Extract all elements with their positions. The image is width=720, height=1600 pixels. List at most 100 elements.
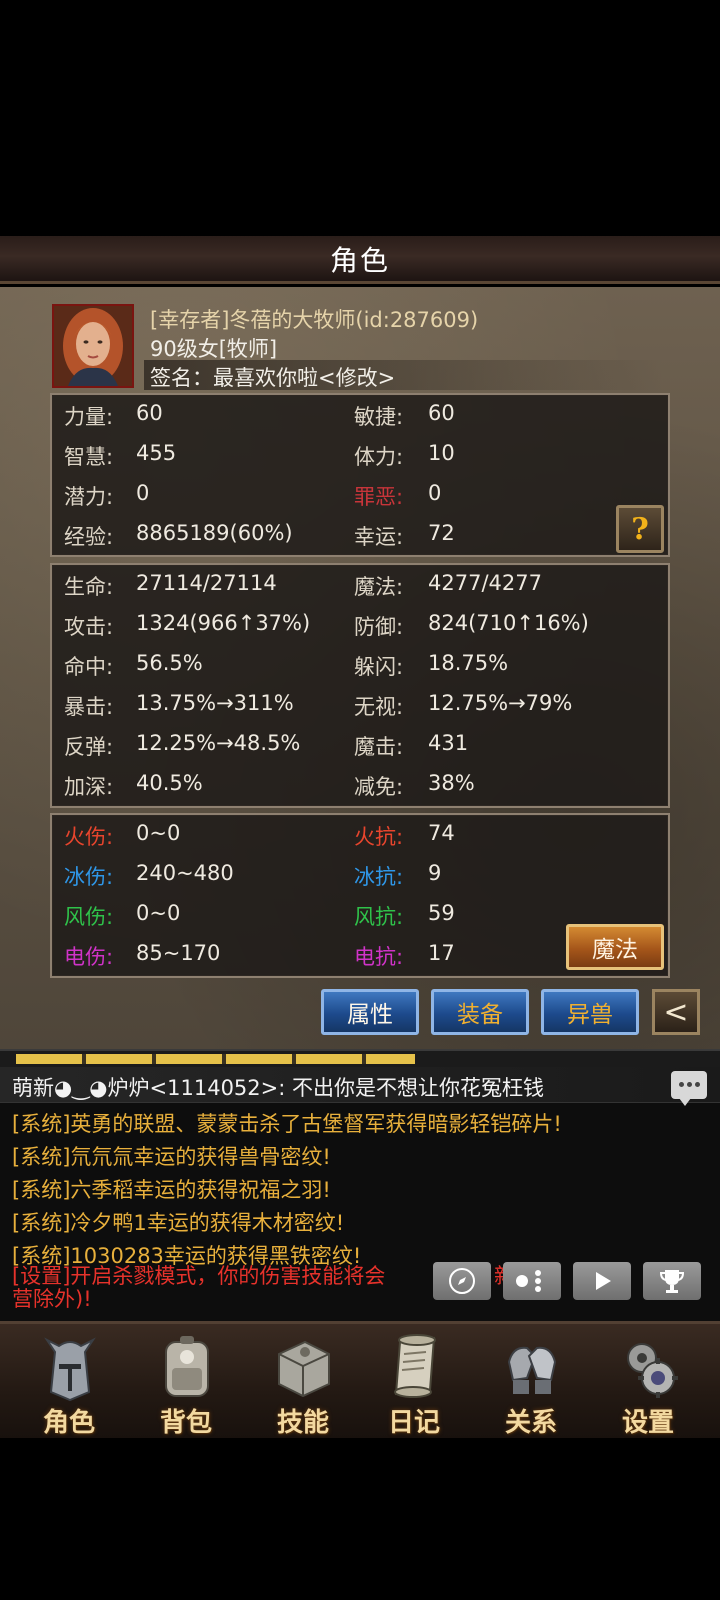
system-message: [系统]六季稻幸运的获得祝福之羽! [12, 1178, 331, 1202]
stat-label: 反弹: [64, 735, 114, 759]
player-signature[interactable]: 签名：最喜欢你啦<修改> [150, 362, 395, 392]
stat-value: 10 [428, 441, 455, 465]
system-message: [系统]冷夕鸭1幸运的获得木材密纹! [12, 1211, 345, 1235]
player-name: [幸存者]冬蓓的大牧师(id:287609) [150, 308, 479, 332]
stat-label: 躲闪: [354, 655, 404, 679]
system-message: [系统]氘氘氚幸运的获得兽骨密纹! [12, 1145, 331, 1169]
stat-value: 74 [428, 821, 455, 845]
stat-label: 冰抗: [354, 865, 404, 889]
stat-value: 9 [428, 861, 442, 885]
nav-label: 设置 [621, 1408, 674, 1438]
stat-row: 攻击: 1324(966↑37%) 防御: 824(710↑16%) [52, 611, 672, 647]
dots-icon [516, 1270, 541, 1292]
warning-message: 营除外)! [12, 1287, 92, 1311]
stat-row: 命中: 56.5% 躲闪: 18.75% [52, 651, 672, 687]
portrait-image [54, 306, 132, 386]
gauntlets-icon [507, 1346, 557, 1394]
stat-label: 生命: [64, 575, 114, 599]
stat-row: 加深: 40.5% 减免: 38% [52, 771, 672, 807]
stat-value: 0~0 [136, 821, 181, 845]
stat-label: 减免: [354, 775, 404, 799]
stat-label: 体力: [354, 445, 404, 469]
stat-value: 0 [136, 481, 150, 505]
tab-attributes[interactable]: 属性 [321, 989, 419, 1035]
stat-label: 智慧: [64, 445, 114, 469]
tab-beast[interactable]: 异兽 [541, 989, 639, 1035]
stat-value: 72 [428, 521, 455, 545]
experience-progress-fill [16, 1054, 415, 1064]
avatar[interactable] [52, 304, 134, 388]
stat-value: 1324(966↑37%) [136, 611, 311, 635]
stat-row: 力量: 60 敏捷: 60 [52, 401, 672, 437]
chat-message-text: 萌新◕‿◕炉炉<1114052>: 不出你是不想让你花冤枉钱 [12, 1076, 544, 1100]
stat-row: 暴击: 13.75%→311% 无视: 12.75%→79% [52, 691, 672, 727]
stat-value: 38% [428, 771, 475, 795]
stat-label: 电抗: [354, 945, 404, 969]
stat-label: 幸运: [354, 525, 404, 549]
stat-label: 敏捷: [354, 405, 404, 429]
stat-label: 魔击: [354, 735, 404, 759]
stat-label: 力量: [64, 405, 114, 429]
nav-item-backpack[interactable]: 背包 [131, 1324, 241, 1441]
stat-value: 60 [136, 401, 163, 425]
nav-label: 技能 [276, 1408, 329, 1438]
nav-item-character[interactable]: 角色 [14, 1324, 124, 1441]
stat-value: 4277/4277 [428, 571, 542, 595]
stat-row: 生命: 27114/27114 魔法: 4277/4277 [52, 571, 672, 607]
chat-latest-message[interactable]: 萌新◕‿◕炉炉<1114052>: 不出你是不想让你花冤枉钱 [0, 1067, 720, 1106]
stat-label: 命中: [64, 655, 114, 679]
system-message: [系统]英勇的联盟、蒙蒙击杀了古堡督军获得暗影轻铠碎片! [12, 1112, 562, 1136]
trophy-icon [659, 1270, 685, 1293]
experience-progress-bar [0, 1049, 720, 1067]
stat-label: 冰伤: [64, 865, 114, 889]
nav-label: 角色 [42, 1408, 95, 1438]
page-title: 角色 [329, 243, 390, 277]
trophy-button[interactable] [643, 1262, 701, 1300]
stat-row: 智慧: 455 体力: 10 [52, 441, 672, 477]
magic-button[interactable]: 魔法 [566, 924, 664, 970]
spellbook-icon [278, 1340, 330, 1398]
stat-value: 12.25%→48.5% [136, 731, 301, 755]
compass-button[interactable] [433, 1262, 491, 1300]
tab-equipment[interactable]: 装备 [431, 989, 529, 1035]
stat-value: 431 [428, 731, 469, 755]
stat-label: 加深: [64, 775, 114, 799]
nav-item-diary[interactable]: 日记 [359, 1324, 469, 1441]
stat-value: 85~170 [136, 941, 221, 965]
help-button[interactable]: ? [616, 505, 664, 553]
stat-value: 18.75% [428, 651, 509, 675]
nav-item-skills[interactable]: 技能 [248, 1324, 358, 1441]
nav-label: 关系 [504, 1408, 557, 1438]
stat-row: 冰伤: 240~480 冰抗: 9 [52, 861, 672, 897]
stat-value: 17 [428, 941, 455, 965]
chevron-left-icon: < [663, 994, 689, 1030]
stat-row: 经验: 8865189(60%) 幸运: 72 [52, 521, 672, 557]
dots-button[interactable] [503, 1262, 561, 1300]
stat-label: 火伤: [64, 825, 114, 849]
stat-value: 60 [428, 401, 455, 425]
stat-label: 风伤: [64, 905, 114, 929]
stat-value: 12.75%→79% [428, 691, 573, 715]
stat-value: 27114/27114 [136, 571, 277, 595]
stat-row: 潜力: 0 罪恶: 0 [52, 481, 672, 517]
stat-label: 攻击: [64, 615, 114, 639]
back-button[interactable]: < [652, 989, 700, 1035]
stat-label: 经验: [64, 525, 114, 549]
stat-value: 455 [136, 441, 177, 465]
player-level-class: 90级女[牧师] [150, 337, 278, 361]
play-icon [596, 1272, 611, 1290]
nav-item-relations[interactable]: 关系 [476, 1324, 586, 1441]
stat-label: 电伤: [64, 945, 114, 969]
nav-label: 背包 [159, 1408, 212, 1438]
stat-value: 40.5% [136, 771, 203, 795]
stat-row: 反弹: 12.25%→48.5% 魔击: 431 [52, 731, 672, 767]
chat-bubble-icon[interactable] [671, 1071, 707, 1106]
bottom-nav: 角色 背包 技能 日记 关系 设置 [0, 1321, 720, 1438]
nav-item-settings[interactable]: 设置 [593, 1324, 703, 1441]
stat-row: 火伤: 0~0 火抗: 74 [52, 821, 672, 857]
stat-label: 潜力: [64, 485, 114, 509]
stat-value: 8865189(60%) [136, 521, 293, 545]
scroll-icon [394, 1334, 436, 1398]
play-button[interactable] [573, 1262, 631, 1300]
stat-value: 240~480 [136, 861, 234, 885]
